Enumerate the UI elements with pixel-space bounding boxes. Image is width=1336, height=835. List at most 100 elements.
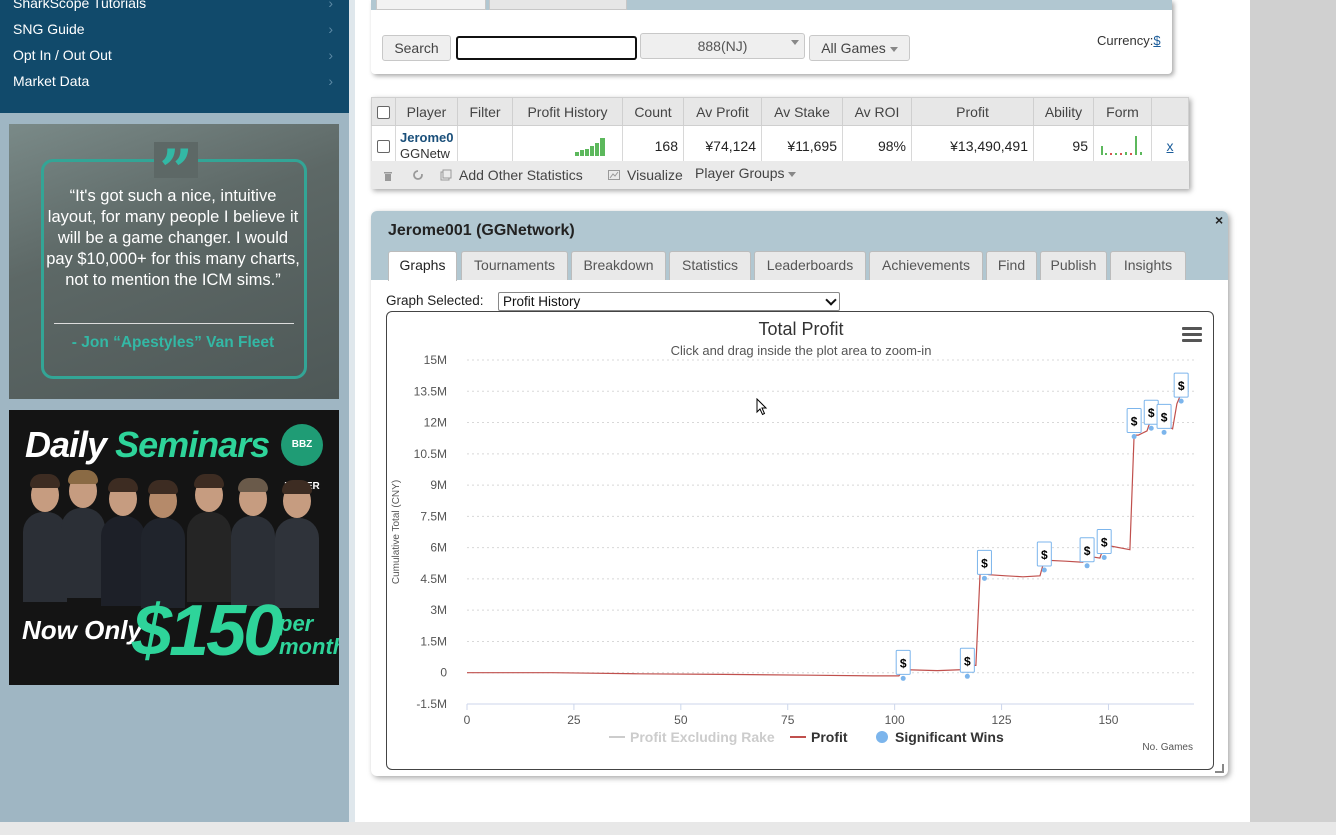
menu-item-sng-guide[interactable]: SNG Guide › [13, 21, 343, 41]
currency-label: Currency: [1097, 33, 1154, 48]
trash-icon[interactable] [383, 170, 393, 181]
chart-menu-icon[interactable] [1182, 327, 1202, 343]
profit-chart[interactable]: Total Profit Click and drag inside the pl… [386, 311, 1214, 770]
ad-headline: Daily Seminars [25, 424, 270, 466]
menu-item-label: Opt In / Out Out [13, 47, 112, 63]
search-tab-other[interactable] [489, 0, 627, 10]
y-axis-label: Cumulative Total (CNY) [391, 480, 402, 584]
significant-win-label: $ [1178, 379, 1185, 393]
divider [54, 323, 294, 324]
filter-cell [457, 125, 513, 166]
tab-publish[interactable]: Publish [1040, 251, 1107, 280]
column-header-av-roi[interactable]: Av ROI [842, 97, 912, 126]
close-icon[interactable]: × [1215, 212, 1223, 228]
column-header-ability[interactable]: Ability [1033, 97, 1094, 126]
column-header-profit[interactable]: Profit [911, 97, 1034, 126]
profit-cell: ¥13,490,491 [911, 125, 1034, 166]
visualize-icon[interactable] [608, 170, 620, 180]
column-header-player[interactable]: Player [395, 97, 458, 126]
tab-statistics[interactable]: Statistics [669, 251, 751, 280]
games-filter-select[interactable]: All Games [809, 35, 910, 61]
games-filter-value: All Games [821, 40, 886, 56]
count-cell: 168 [622, 125, 684, 166]
row-select-cell[interactable] [371, 125, 396, 166]
chevron-down-icon [788, 171, 797, 177]
significant-win-point [1148, 425, 1154, 431]
player-cell[interactable]: Jerome0 GGNetw [395, 125, 458, 166]
player-groups-menu[interactable]: Player Groups [695, 165, 797, 181]
currency-link[interactable]: $ [1153, 33, 1160, 48]
add-other-statistics-button[interactable]: Add Other Statistics [459, 167, 583, 183]
column-header-profit-history[interactable]: Profit History [512, 97, 623, 126]
menu-item-opt-in-out[interactable]: Opt In / Out Out › [13, 47, 343, 67]
significant-win-point [1041, 567, 1047, 573]
select-all-checkbox[interactable] [377, 106, 390, 120]
significant-win-label: $ [900, 656, 907, 670]
form-sparkline [1101, 136, 1142, 155]
chevron-down-icon [889, 46, 898, 52]
av-roi-cell: 98% [842, 125, 912, 166]
significant-win-label: $ [1161, 410, 1168, 424]
add-statistics-icon[interactable] [440, 169, 452, 181]
chevron-right-icon: › [328, 0, 333, 11]
testimonial-ad-banner[interactable]: ” “It's got such a nice, intuitive layou… [9, 124, 339, 399]
significant-win-label: $ [1131, 415, 1138, 429]
visualize-button[interactable]: Visualize [627, 167, 683, 183]
mouse-cursor-icon [756, 398, 768, 416]
legend-symbol [876, 731, 888, 743]
network-select-value: 888(NJ) [697, 38, 748, 54]
tab-find[interactable]: Find [986, 251, 1037, 280]
significant-win-point [1161, 429, 1167, 435]
column-header-form[interactable]: Form [1093, 97, 1152, 126]
network-select[interactable]: 888(NJ) [640, 33, 805, 59]
search-button[interactable]: Search [382, 35, 451, 61]
significant-win-point [1101, 554, 1107, 560]
seminar-ad-banner[interactable]: Daily Seminars BBZ POKER Now Only $150 p… [9, 410, 339, 685]
tab-breakdown[interactable]: Breakdown [571, 251, 666, 280]
ad-headline-green: Seminars [115, 424, 270, 465]
tab-insights[interactable]: Insights [1110, 251, 1186, 280]
remove-player-link[interactable]: x [1151, 125, 1189, 166]
resize-handle-icon[interactable] [1215, 764, 1224, 773]
menu-item-sharkscope-tutorials[interactable]: SharkScope Tutorials › [13, 0, 343, 15]
chart-subtitle: Click and drag inside the plot area to z… [671, 343, 932, 358]
significant-win-point [900, 675, 906, 681]
column-header-count[interactable]: Count [622, 97, 684, 126]
column-header-av-stake[interactable]: Av Stake [761, 97, 843, 126]
tab-achievements[interactable]: Achievements [869, 251, 983, 280]
results-toolbar: Add Other Statistics Visualize Player Gr… [371, 161, 1189, 189]
profit-history-cell [512, 125, 623, 166]
y-tick-label: 0 [440, 666, 447, 680]
refresh-icon[interactable] [412, 169, 424, 181]
search-tab-players[interactable] [376, 0, 486, 10]
significant-win-point [1131, 434, 1137, 440]
quote-mark-icon: ” [154, 142, 198, 200]
tab-graphs[interactable]: Graphs [388, 251, 457, 281]
profit-chart-svg[interactable]: Total Profit Click and drag inside the pl… [387, 312, 1215, 771]
row-checkbox[interactable] [377, 140, 390, 154]
player-name-link[interactable]: Jerome0 [400, 130, 457, 146]
horizontal-scrollbar[interactable] [0, 822, 1336, 835]
player-groups-label: Player Groups [695, 165, 785, 181]
x-tick-label: 125 [992, 713, 1012, 727]
y-tick-label: 15M [424, 353, 447, 367]
chevron-down-icon [825, 294, 837, 306]
column-header-filter[interactable]: Filter [457, 97, 513, 126]
tab-leaderboards[interactable]: Leaderboards [754, 251, 866, 280]
significant-win-point [964, 673, 970, 679]
menu-item-market-data[interactable]: Market Data › [13, 73, 343, 93]
column-header-remove [1151, 97, 1189, 126]
tab-tournaments[interactable]: Tournaments [461, 251, 568, 280]
column-header-av-profit[interactable]: Av Profit [683, 97, 762, 126]
sidebar-menu: SharkScope Tutorials › SNG Guide › Opt I… [0, 0, 349, 113]
graph-type-select[interactable]: Profit History [498, 292, 840, 311]
chevron-right-icon: › [328, 73, 333, 89]
player-search-input[interactable] [456, 36, 637, 60]
table-row[interactable]: Jerome0 GGNetw 168 ¥74,124 ¥11,695 98% ¥… [371, 125, 1189, 166]
select-all-header[interactable] [371, 97, 396, 126]
x-tick-label: 0 [464, 713, 471, 727]
y-tick-label: 9M [430, 478, 447, 492]
y-tick-label: 1.5M [420, 634, 447, 648]
chart-title: Total Profit [758, 319, 843, 339]
y-tick-label: 12M [424, 416, 447, 430]
